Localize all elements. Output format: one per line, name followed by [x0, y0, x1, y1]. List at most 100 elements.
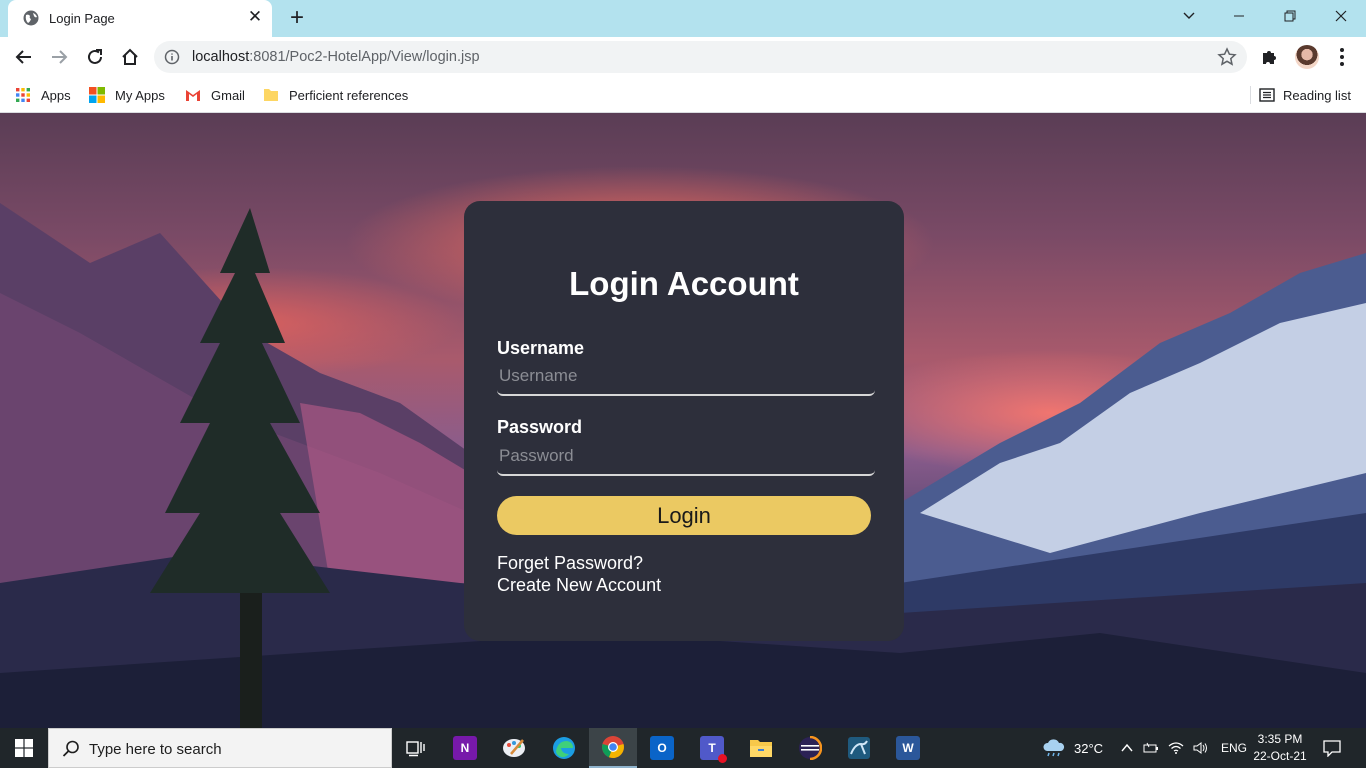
tab-close-icon[interactable]: ✕ — [246, 8, 264, 26]
close-icon — [1335, 10, 1347, 22]
info-icon[interactable] — [164, 49, 180, 65]
minimize-icon — [1234, 15, 1244, 17]
windows-taskbar: Type here to search N O T W 32°C ENG 3:3… — [0, 728, 1366, 768]
taskbar-clock[interactable]: 3:35 PM 22-Oct-21 — [1252, 731, 1308, 765]
word-icon: W — [896, 736, 920, 760]
word-app[interactable]: W — [884, 728, 932, 768]
forward-button[interactable] — [47, 45, 71, 69]
gmail-icon — [186, 90, 200, 101]
edge-app[interactable] — [540, 728, 588, 768]
back-button[interactable] — [12, 45, 36, 69]
onenote-app[interactable]: N — [441, 728, 489, 768]
folder-explorer-icon — [750, 740, 772, 757]
windows-logo-icon — [15, 739, 33, 757]
search-icon — [62, 740, 79, 757]
chrome-icon — [602, 736, 624, 759]
start-button[interactable] — [0, 728, 48, 768]
battery-icon[interactable] — [1143, 741, 1159, 755]
tab-title: Login Page — [49, 11, 115, 26]
browser-toolbar: localhost:8081/Poc2-HotelApp/View/login.… — [0, 37, 1366, 77]
globe-icon — [23, 10, 39, 26]
clock-date: 22-Oct-21 — [1253, 749, 1307, 763]
profile-avatar[interactable] — [1295, 45, 1319, 69]
tab-strip: Login Page ✕ + — [0, 0, 1366, 37]
bookmark-apps[interactable]: Apps — [15, 85, 71, 105]
close-window-button[interactable] — [1318, 0, 1364, 32]
language-indicator[interactable]: ENG — [1221, 741, 1247, 755]
weather-widget[interactable]: 32°C — [1042, 728, 1103, 768]
outlook-app[interactable]: O — [638, 728, 686, 768]
browser-tab[interactable]: Login Page ✕ — [8, 0, 272, 37]
arrow-right-icon — [52, 50, 68, 64]
reading-list-icon — [1259, 88, 1275, 102]
bookmark-star-icon[interactable] — [1217, 47, 1237, 67]
cloud-rain-icon — [1043, 739, 1065, 757]
clock-time: 3:35 PM — [1257, 732, 1303, 746]
username-input[interactable] — [497, 358, 875, 396]
notification-icon — [1323, 740, 1341, 757]
chevron-down-icon — [1183, 12, 1195, 19]
extensions-puzzle-icon[interactable] — [1260, 47, 1280, 67]
task-view-icon — [406, 741, 425, 757]
reload-icon — [88, 49, 102, 64]
wifi-icon[interactable] — [1168, 741, 1184, 755]
home-icon — [122, 48, 138, 65]
onenote-icon: N — [453, 736, 477, 760]
password-label: Password — [497, 417, 583, 437]
paint-app[interactable] — [490, 728, 538, 768]
mysql-workbench-icon — [848, 737, 870, 759]
bookmarks-bar: Apps My Apps Gmail Perficient references… — [0, 77, 1366, 113]
reading-list-label: Reading list — [1283, 87, 1351, 103]
url-port: :8081 — [249, 49, 286, 65]
notifications-button[interactable] — [1323, 728, 1341, 768]
volume-icon[interactable] — [1193, 741, 1209, 755]
task-view-button[interactable] — [392, 728, 440, 768]
login-title: Login Account — [569, 265, 799, 302]
bookmark-label: Gmail — [211, 87, 245, 103]
weather-temperature: 32°C — [1074, 740, 1104, 756]
system-tray-icons[interactable]: ENG — [1120, 728, 1247, 768]
restore-button[interactable] — [1267, 0, 1313, 32]
paint-palette-icon — [503, 739, 525, 757]
taskbar-search[interactable]: Type here to search — [48, 728, 392, 768]
mysql-workbench-app[interactable] — [835, 728, 883, 768]
page-viewport: Login Account Username Password Login Fo… — [0, 113, 1366, 728]
more-menu-icon[interactable] — [1333, 45, 1351, 69]
eclipse-app[interactable] — [786, 728, 834, 768]
tab-search-button[interactable] — [1166, 0, 1212, 32]
create-account-link[interactable]: Create New Account — [497, 575, 661, 596]
chrome-app[interactable] — [589, 728, 637, 768]
bookmark-label: Perficient references — [289, 87, 409, 103]
folder-icon — [264, 89, 278, 101]
password-input[interactable] — [497, 438, 875, 476]
chevron-up-icon[interactable] — [1120, 741, 1134, 755]
edge-icon — [553, 737, 575, 759]
url-text[interactable]: localhost:8081/Poc2-HotelApp/View/login.… — [192, 49, 480, 65]
divider — [1250, 86, 1251, 104]
reading-list-button[interactable]: Reading list — [1250, 85, 1351, 105]
forgot-password-link[interactable]: Forget Password? — [497, 553, 643, 574]
home-button[interactable] — [118, 45, 142, 69]
file-explorer-app[interactable] — [737, 728, 785, 768]
apps-grid-icon — [16, 88, 30, 102]
microsoft-logo-icon — [89, 87, 105, 103]
reload-button[interactable] — [83, 45, 107, 69]
restore-icon — [1284, 10, 1296, 22]
new-tab-button[interactable]: + — [284, 6, 310, 32]
bookmark-gmail[interactable]: Gmail — [185, 85, 245, 105]
arrow-left-icon — [15, 50, 31, 64]
address-bar[interactable]: localhost:8081/Poc2-HotelApp/View/login.… — [154, 41, 1247, 73]
bookmark-label: My Apps — [115, 87, 165, 103]
login-button[interactable]: Login — [497, 496, 871, 535]
url-host: localhost — [192, 49, 250, 65]
teams-icon: T — [700, 736, 727, 763]
minimize-button[interactable] — [1216, 0, 1262, 32]
bookmark-my-apps[interactable]: My Apps — [89, 85, 165, 105]
login-card: Login Account Username Password Login Fo… — [464, 201, 904, 641]
eclipse-icon — [799, 736, 822, 760]
bookmark-perficient-references[interactable]: Perficient references — [263, 85, 408, 105]
teams-app[interactable]: T — [688, 728, 736, 768]
bookmark-label: Apps — [41, 87, 71, 103]
url-path: /Poc2-HotelApp/View/login.jsp — [285, 49, 480, 65]
username-label: Username — [497, 338, 585, 358]
